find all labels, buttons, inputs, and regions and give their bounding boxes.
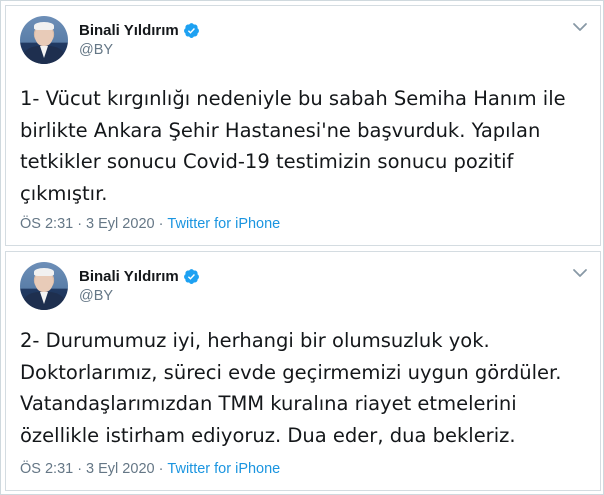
meta-separator: · (77, 461, 83, 477)
tweet-text-line: 1- Vücut kırgınlığı nedeniyle bu sabah S… (20, 87, 566, 110)
avatar-hair (34, 268, 54, 276)
tweet-text-line: çıkmıştır. (20, 181, 108, 205)
verified-badge-icon (183, 268, 199, 284)
meta-separator: · (158, 461, 164, 477)
tweet-card[interactable]: Binali Yıldırım @BY 1- Vücut kırgınlığı … (5, 5, 601, 246)
tweet-text-line: birlikte Ankara Şehir Hastanesi'ne başvu… (20, 118, 541, 142)
tweet-text-line: özellikle istirham ediyoruz. Dua eder, d… (20, 423, 516, 447)
chevron-down-icon[interactable] (572, 21, 588, 33)
tweet-time[interactable]: ÖS 2:31 (20, 461, 73, 477)
avatar[interactable] (20, 262, 68, 310)
chevron-down-icon[interactable] (572, 267, 588, 279)
tweet-card[interactable]: Binali Yıldırım @BY 2- Durumumuz iyi, he… (5, 251, 601, 491)
tweet-time[interactable]: ÖS 2:31 (20, 216, 73, 232)
avatar-hair (34, 22, 54, 30)
author-row: Binali Yıldırım (79, 266, 200, 286)
author-name[interactable]: Binali Yıldırım (79, 22, 179, 39)
tweet-text-line: Doktorlarımız, süreci evde geçirmemizi u… (20, 360, 562, 384)
verified-badge-icon (183, 22, 199, 38)
avatar[interactable] (20, 16, 68, 64)
tweet-source-link[interactable]: Twitter for iPhone (167, 216, 280, 232)
screenshot-frame: Binali Yıldırım @BY 1- Vücut kırgınlığı … (0, 0, 604, 495)
author-handle[interactable]: @BY (79, 42, 113, 58)
tweet-text: 1- Vücut kırgınlığı nedeniyle bu sabah S… (20, 83, 586, 209)
tweet-meta: ÖS 2:31 · 3 Eyl 2020 · Twitter for iPhone (20, 216, 280, 232)
tweet-date[interactable]: 3 Eyl 2020 (86, 461, 155, 477)
meta-separator: · (77, 216, 83, 232)
tweet-meta: ÖS 2:31 · 3 Eyl 2020 · Twitter for iPhone (20, 461, 280, 477)
author-name[interactable]: Binali Yıldırım (79, 268, 179, 285)
tweet-text-line: Vatandaşlarımızdan TMM kuralına riayet e… (20, 392, 517, 415)
tweet-date[interactable]: 3 Eyl 2020 (86, 216, 155, 232)
meta-separator: · (158, 216, 164, 232)
author-row: Binali Yıldırım (79, 20, 200, 40)
author-handle[interactable]: @BY (79, 288, 113, 304)
tweet-text: 2- Durumumuz iyi, herhangi bir olumsuzlu… (20, 325, 586, 451)
tweet-text-line: 2- Durumumuz iyi, herhangi bir olumsuzlu… (20, 329, 490, 352)
tweet-source-link[interactable]: Twitter for iPhone (167, 461, 280, 477)
tweet-text-line: tetkikler sonucu Covid-19 testimizin son… (20, 150, 514, 173)
